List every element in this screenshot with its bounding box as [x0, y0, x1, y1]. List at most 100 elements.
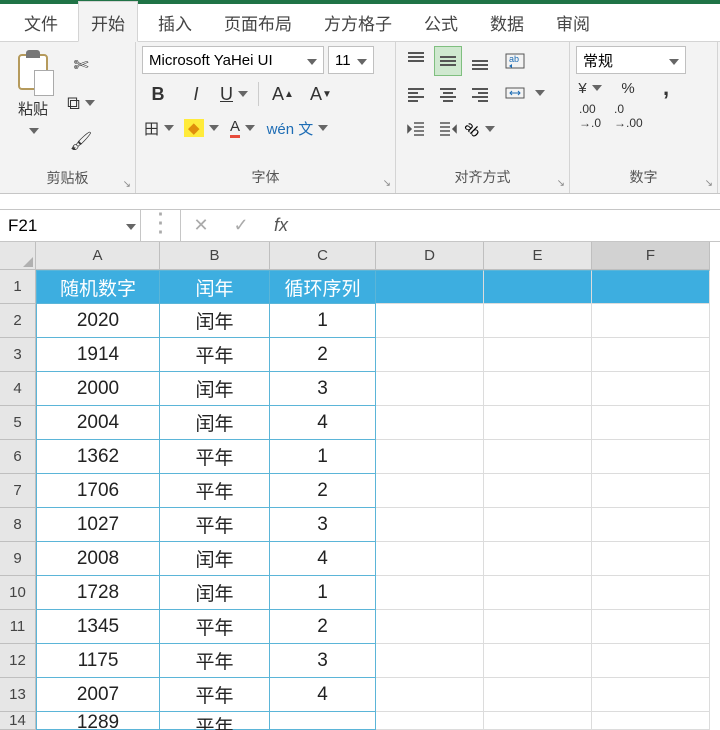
cell[interactable]: 1345 [36, 610, 160, 644]
row-header[interactable]: 14 [0, 712, 36, 730]
tab-data[interactable]: 数据 [478, 2, 536, 41]
cell[interactable]: 闰年 [160, 576, 270, 610]
cell[interactable] [376, 542, 484, 576]
col-header[interactable]: A [36, 242, 160, 270]
inc-decimal-button[interactable]: .00→.0 [576, 102, 604, 130]
cell[interactable] [484, 474, 592, 508]
cell[interactable] [592, 644, 710, 678]
align-launcher[interactable]: ↘ [557, 178, 565, 189]
name-box[interactable]: F21 [0, 211, 120, 241]
cell[interactable] [376, 712, 484, 730]
tab-formulas[interactable]: 公式 [412, 2, 470, 41]
cell[interactable]: 闰年 [160, 270, 270, 304]
fx-button[interactable]: fx [261, 210, 301, 241]
row-header[interactable]: 5 [0, 406, 36, 440]
tab-kutools[interactable]: 方方格子 [312, 2, 404, 41]
cell[interactable]: 1175 [36, 644, 160, 678]
cell[interactable]: 1362 [36, 440, 160, 474]
cell[interactable]: 闰年 [160, 542, 270, 576]
cell[interactable]: 平年 [160, 338, 270, 372]
cell[interactable]: 随机数字 [36, 270, 160, 304]
cell[interactable] [376, 372, 484, 406]
col-header[interactable]: C [270, 242, 376, 270]
number-format-select[interactable]: 常规 [576, 46, 686, 74]
cell[interactable] [484, 644, 592, 678]
font-launcher[interactable]: ↘ [383, 178, 391, 189]
font-name-select[interactable]: Microsoft YaHei UI [142, 46, 324, 74]
cell[interactable] [376, 406, 484, 440]
cell[interactable]: 2 [270, 338, 376, 372]
paste-icon[interactable] [12, 48, 54, 96]
cell[interactable] [484, 678, 592, 712]
formula-input[interactable] [301, 210, 720, 241]
cell[interactable]: 1 [270, 440, 376, 474]
indent-increase[interactable] [434, 114, 462, 144]
tab-file[interactable]: 文件 [12, 2, 70, 41]
row-header[interactable]: 8 [0, 508, 36, 542]
row-header[interactable]: 1 [0, 270, 36, 304]
align-middle[interactable] [434, 46, 462, 76]
row-header[interactable]: 9 [0, 542, 36, 576]
cell[interactable] [484, 576, 592, 610]
col-header[interactable]: F [592, 242, 710, 270]
cell[interactable] [270, 712, 376, 730]
cell[interactable]: 3 [270, 644, 376, 678]
tab-home[interactable]: 开始 [78, 1, 138, 42]
cell[interactable] [484, 542, 592, 576]
cell[interactable]: 2 [270, 610, 376, 644]
cell[interactable] [592, 678, 710, 712]
cell[interactable]: 2008 [36, 542, 160, 576]
cell[interactable] [592, 406, 710, 440]
cell[interactable] [376, 508, 484, 542]
cell[interactable] [484, 406, 592, 440]
wrap-text-button[interactable]: ab [500, 48, 549, 74]
row-header[interactable]: 13 [0, 678, 36, 712]
cell[interactable]: 1728 [36, 576, 160, 610]
cell[interactable] [592, 576, 710, 610]
currency-button[interactable]: ¥ [576, 74, 604, 102]
cell[interactable]: 2 [270, 474, 376, 508]
cell[interactable]: 平年 [160, 644, 270, 678]
cell[interactable] [484, 508, 592, 542]
cell[interactable] [484, 304, 592, 338]
cell[interactable] [376, 678, 484, 712]
cell[interactable] [484, 338, 592, 372]
shrink-font-button[interactable]: A▼ [307, 80, 335, 108]
dec-decimal-button[interactable]: .0→.00 [614, 102, 643, 130]
cell[interactable] [376, 576, 484, 610]
cell[interactable]: 平年 [160, 678, 270, 712]
row-header[interactable]: 7 [0, 474, 36, 508]
align-top[interactable] [402, 46, 430, 76]
tab-insert[interactable]: 插入 [146, 2, 204, 41]
cell[interactable] [484, 440, 592, 474]
tab-review[interactable]: 审阅 [544, 2, 602, 41]
format-painter-button[interactable]: 🖌 [66, 126, 96, 156]
border-button[interactable]: 田 [144, 114, 174, 142]
cell[interactable]: 循环序列 [270, 270, 376, 304]
cell[interactable]: 4 [270, 406, 376, 440]
align-bottom[interactable] [466, 46, 494, 76]
row-header[interactable]: 4 [0, 372, 36, 406]
cell[interactable]: 平年 [160, 440, 270, 474]
cell[interactable] [484, 712, 592, 730]
phonetic-button[interactable]: wén 文 [267, 114, 329, 142]
cell[interactable] [592, 338, 710, 372]
row-header[interactable]: 11 [0, 610, 36, 644]
cell[interactable]: 2007 [36, 678, 160, 712]
cancel-button[interactable]: ✕ [181, 210, 221, 241]
cell[interactable]: 1289 [36, 712, 160, 730]
col-header[interactable]: E [484, 242, 592, 270]
align-right[interactable] [466, 80, 494, 110]
italic-button[interactable]: I [182, 80, 210, 108]
cell[interactable]: 3 [270, 372, 376, 406]
cell[interactable] [592, 270, 710, 304]
cut-button[interactable]: ✄ [66, 50, 96, 80]
cell[interactable]: 3 [270, 508, 376, 542]
row-header[interactable]: 3 [0, 338, 36, 372]
orientation-button[interactable]: ab [466, 114, 494, 144]
row-header[interactable]: 6 [0, 440, 36, 474]
cell[interactable] [592, 508, 710, 542]
cell[interactable] [376, 338, 484, 372]
cell[interactable] [592, 372, 710, 406]
cell[interactable]: 2004 [36, 406, 160, 440]
